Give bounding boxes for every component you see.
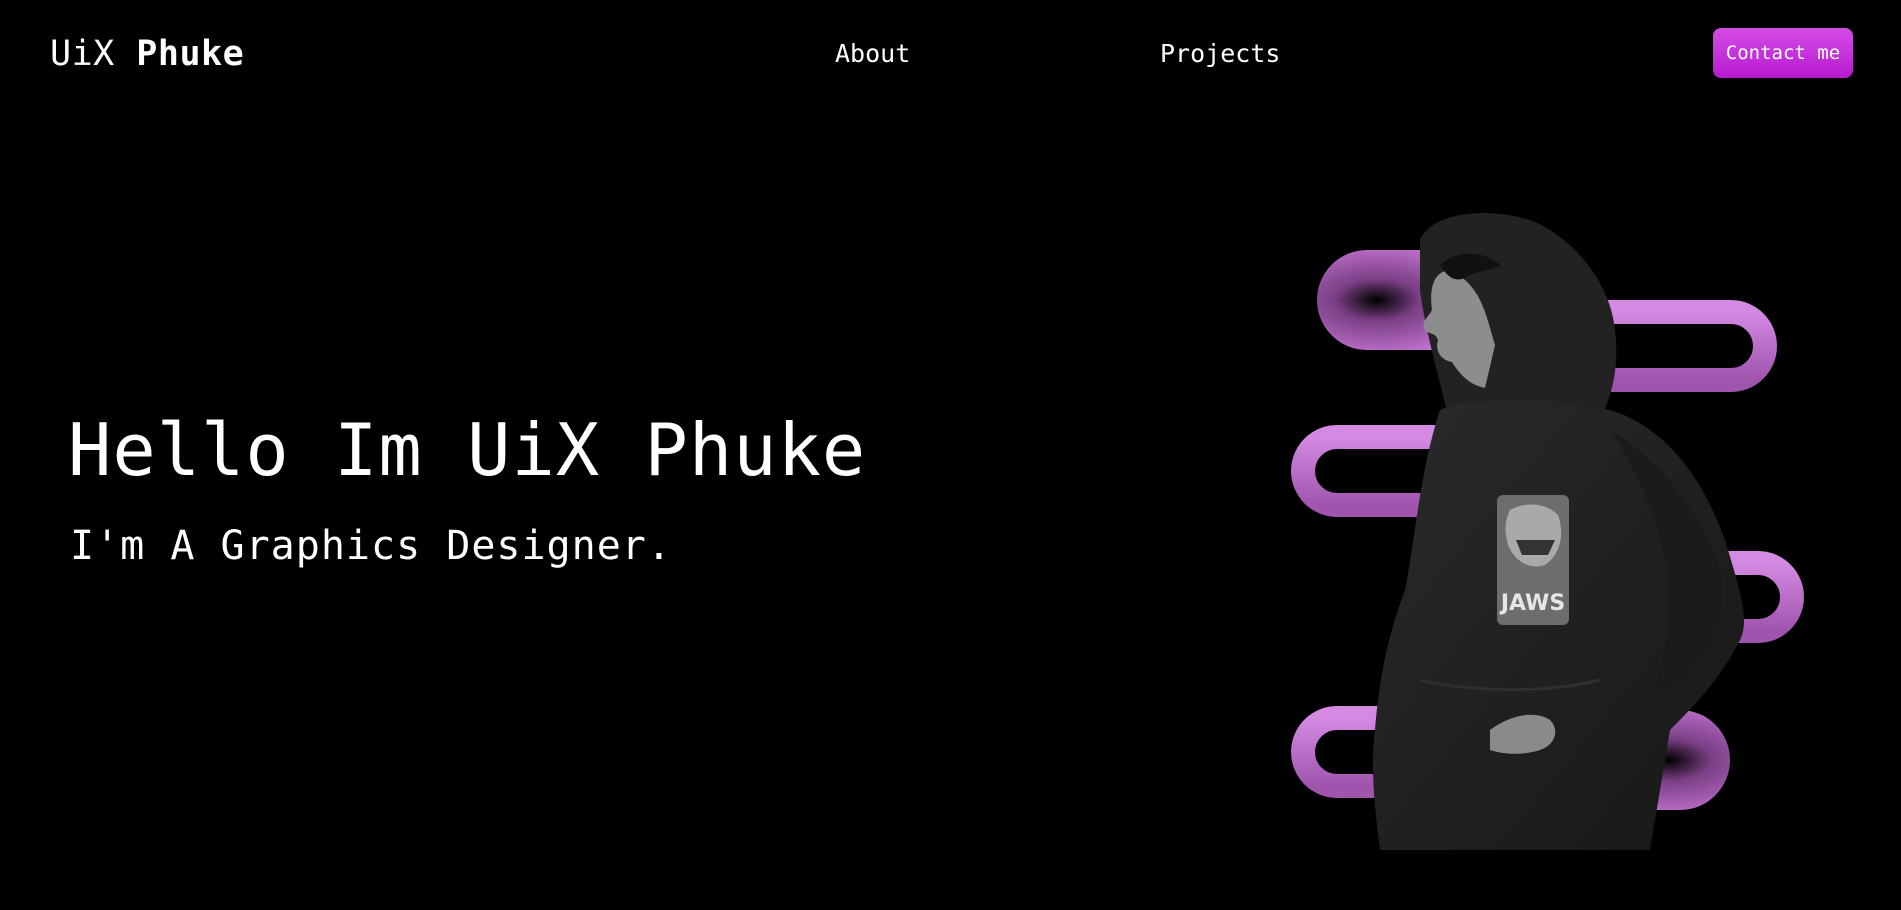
site-logo[interactable]: UiX Phuke — [50, 30, 244, 78]
logo-second-word: Phuke — [136, 34, 245, 74]
jaws-print-text: JAWS — [1499, 591, 1565, 616]
logo-first-word: UiX — [50, 34, 115, 74]
hero-subtitle: I'm A Graphics Designer. — [70, 523, 672, 569]
hero-title: Hello Im UiX Phuke — [68, 408, 867, 492]
contact-me-button[interactable]: Contact me — [1713, 28, 1853, 78]
nav-link-about[interactable]: About — [835, 36, 910, 72]
nav-link-projects[interactable]: Projects — [1160, 36, 1280, 72]
hero-illustration: JAWS — [1280, 210, 1830, 850]
hero-illustration-svg: JAWS — [1291, 212, 1804, 850]
jaws-print-icon: JAWS — [1497, 495, 1569, 625]
